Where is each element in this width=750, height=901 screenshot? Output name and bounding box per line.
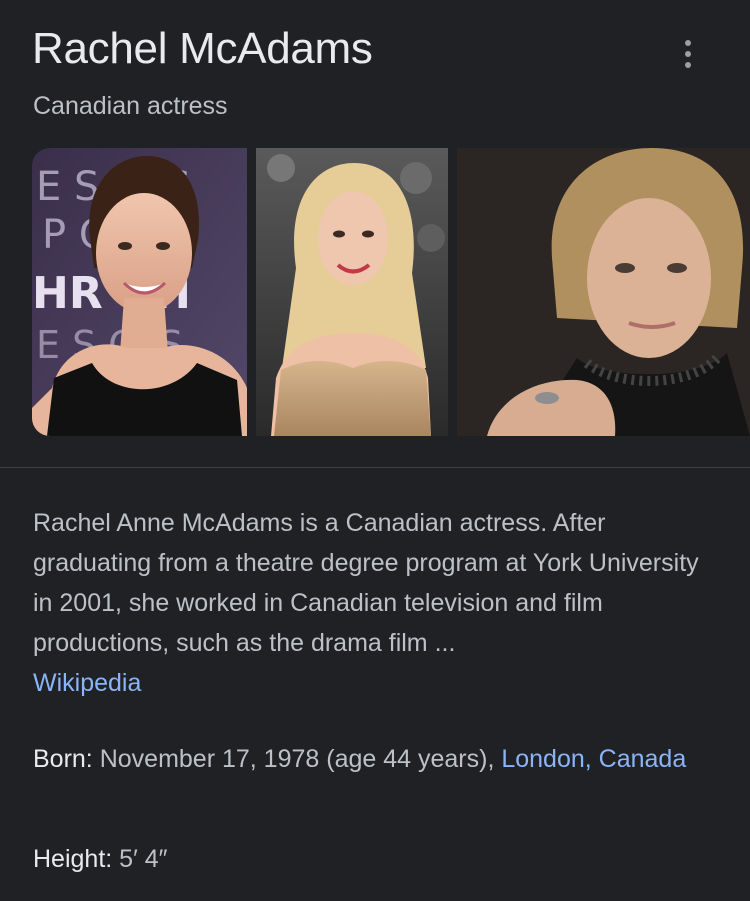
fact-born: Born: November 17, 1978 (age 44 years), … [33,739,723,779]
portrait-image: E S CES P CS HR GH E S CES [32,148,247,436]
portrait-image [256,148,448,436]
more-vert-icon [685,40,691,46]
wikipedia-link[interactable]: Wikipedia [33,669,141,697]
born-label: Born: [33,745,93,773]
more-vert-icon-dot [685,51,691,57]
panel-subtitle: Canadian actress [33,92,228,120]
image-thumbnail-2[interactable] [256,148,448,436]
image-thumbnail-1[interactable]: E S CES P CS HR GH E S CES [32,148,247,436]
image-thumbnail-3[interactable] [457,148,750,436]
description-text: Rachel Anne McAdams is a Canadian actres… [33,509,699,657]
knowledge-panel: Rachel McAdams Canadian actress E S P CS… [0,0,750,901]
more-vert-icon-dot [685,62,691,68]
height-label: Height: [33,845,113,873]
more-options-button[interactable] [670,34,706,74]
portrait-image [457,148,750,436]
fact-height: Height: 5′ 4″ [33,839,723,879]
born-value: November 17, 1978 (age 44 years), [99,745,495,773]
description: Rachel Anne McAdams is a Canadian actres… [33,503,723,703]
born-place-link[interactable]: London, Canada [501,745,686,773]
image-carousel[interactable]: E S CES P CS HR GH E S CES [32,148,750,436]
section-divider [0,467,750,468]
panel-title: Rachel McAdams [32,24,373,73]
height-value: 5′ 4″ [119,845,168,873]
